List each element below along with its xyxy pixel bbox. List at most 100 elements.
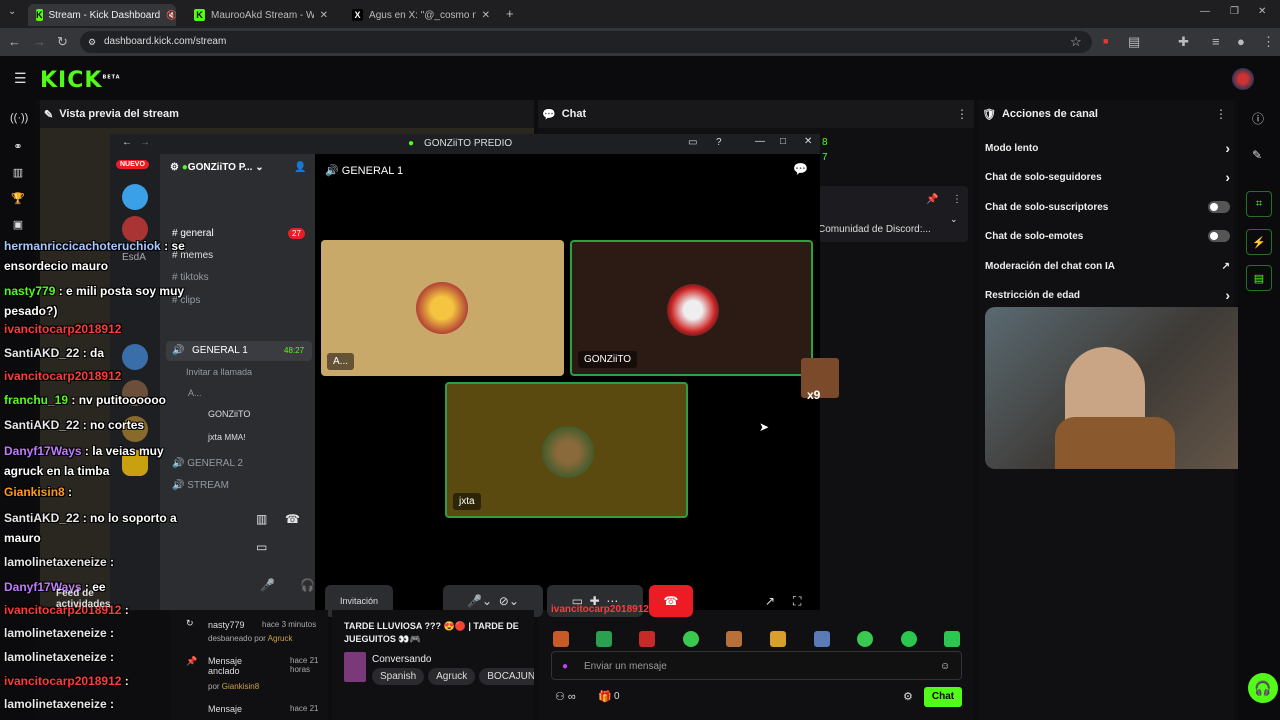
mic-icon[interactable]: ● <box>562 652 568 681</box>
emote-icon[interactable] <box>857 631 873 647</box>
reload-icon[interactable]: ↻ <box>57 34 68 50</box>
chat-username[interactable]: lamolinetaxeneize <box>4 697 107 711</box>
close-icon[interactable]: ✕ <box>482 10 490 21</box>
tag-pill[interactable]: Spanish <box>372 668 425 685</box>
emote-icon[interactable] <box>553 631 569 647</box>
emote-icon[interactable] <box>770 631 786 647</box>
action-followers-only[interactable]: Chat de solo-seguidores › <box>985 166 1230 188</box>
chat-username[interactable]: ivancitocarp2018912 <box>4 674 121 688</box>
emote-icon[interactable] <box>726 631 742 647</box>
chat-username[interactable]: franchu_19 <box>4 393 68 407</box>
chat-username[interactable]: lamolinetaxeneize <box>4 555 107 569</box>
emote-icon[interactable] <box>683 631 699 647</box>
action-emotes-only[interactable]: Chat de solo-emotes <box>985 225 1230 247</box>
chat-username[interactable]: ivancitocarp2018912 <box>4 322 121 336</box>
forward-icon[interactable]: → <box>33 34 46 49</box>
minimize-icon[interactable]: — <box>755 136 765 147</box>
emote-icon[interactable] <box>944 631 960 647</box>
chat-menu-icon[interactable]: ⋮ <box>956 107 968 121</box>
help-icon[interactable]: ? <box>716 137 722 148</box>
emote-icon[interactable] <box>814 631 830 647</box>
category-thumbnail[interactable] <box>344 652 366 682</box>
emote-icon[interactable] <box>596 631 612 647</box>
layout-icon[interactable]: ▣ <box>10 218 26 234</box>
new-tab-icon[interactable]: + <box>506 6 514 21</box>
mic-icon[interactable]: 🎤⌄ <box>467 594 492 608</box>
chat-username[interactable]: lamolinetaxeneize <box>4 650 107 664</box>
tab-search-icon[interactable]: ⌄ <box>8 6 16 17</box>
chat-bubble-icon[interactable]: 💬 <box>793 162 808 176</box>
chat-username[interactable]: lamolinetaxeneize <box>4 626 107 640</box>
action-slow-mode[interactable]: Modo lento › <box>985 137 1230 159</box>
emote-icon[interactable] <box>639 631 655 647</box>
chat-username[interactable]: nasty779 <box>4 284 55 298</box>
voice-member[interactable]: A... <box>188 388 202 398</box>
pencil-icon[interactable]: ✎ <box>1252 148 1262 162</box>
back-icon[interactable]: ← <box>8 34 21 49</box>
emote-icon[interactable] <box>901 631 917 647</box>
extension-icon[interactable]: ▤ <box>1128 34 1140 50</box>
chat-username[interactable]: Giankisin8 <box>4 485 65 499</box>
chat-username[interactable]: ivancitocarp2018912 <box>4 369 121 383</box>
capture-icon[interactable]: ⌗ <box>1246 191 1272 217</box>
back-arrow-icon[interactable]: ← <box>122 137 132 148</box>
add-member-icon[interactable]: 👤 <box>294 162 306 173</box>
support-icon[interactable]: 🎧 <box>1248 673 1278 703</box>
tag-pill[interactable]: BOCAJUNI <box>479 668 534 685</box>
disconnect-icon[interactable]: ☎ <box>285 512 300 526</box>
tab-agus-x[interactable]: X Agus en X: "@_cosmo no me... ✕ <box>344 4 498 26</box>
chat-username[interactable]: SantiAKD_22 <box>4 511 79 525</box>
fullscreen-icon[interactable]: ⛶ <box>793 594 801 609</box>
activity-user[interactable]: nasty779 <box>208 620 245 630</box>
adblock-icon[interactable]: ■ <box>1103 36 1108 46</box>
pinned-message[interactable]: 📌 ⋮ Comunidad de Discord:... ⌄ <box>818 186 968 242</box>
menu-icon[interactable]: ⋮ <box>1262 34 1275 50</box>
tab-kick-dashboard[interactable]: K Stream - Kick Dashboard 🔇 ✕ <box>28 4 176 26</box>
profile-icon[interactable]: ● <box>1237 34 1245 49</box>
infinity-points[interactable]: ⚇ ∞ <box>555 690 576 703</box>
tag-pill[interactable]: Agruck <box>428 668 476 685</box>
tab-mauroakd-stream[interactable]: K MaurooAkd Stream - Watch Li... ✕ <box>186 4 336 26</box>
star-icon[interactable]: ☆ <box>1070 34 1082 50</box>
close-icon[interactable]: ✕ <box>320 10 328 21</box>
media-icon[interactable]: ≡ <box>1212 34 1220 49</box>
hangup-button[interactable]: ☎ <box>649 585 693 617</box>
chat-username[interactable]: Danyf17Ways <box>4 444 82 458</box>
voice-member[interactable]: jxta MMA! <box>208 432 245 442</box>
action-age-restriction[interactable]: Restricción de edad › <box>985 284 1230 306</box>
chevron-down-icon[interactable]: ⌄ <box>950 214 958 225</box>
actions-menu-icon[interactable]: ⋮ <box>1215 107 1227 121</box>
server-icon[interactable] <box>122 344 148 370</box>
action-ai-moderation[interactable]: Moderación del chat con IA ↗ <box>985 255 1230 277</box>
info-icon[interactable]: ⓘ <box>1252 110 1264 127</box>
participant-tile[interactable]: jxta <box>445 382 688 518</box>
minimize-icon[interactable]: — <box>1200 6 1210 17</box>
activity-user[interactable]: Mensaje anclado <box>208 656 254 676</box>
chart-icon[interactable]: ▥ <box>10 166 26 182</box>
bolt-icon[interactable]: ⚡ <box>1246 229 1272 255</box>
maximize-icon[interactable]: □ <box>780 136 786 147</box>
hamburger-icon[interactable]: ☰ <box>14 70 27 87</box>
trophy-icon[interactable]: 🏆 <box>10 192 26 208</box>
chat-username[interactable]: SantiAKD_22 <box>4 346 79 360</box>
inbox-icon[interactable]: ▭ <box>688 137 697 148</box>
mute-icon[interactable]: 🔇 <box>166 10 176 21</box>
close-icon[interactable]: ✕ <box>804 136 812 147</box>
voice-channel-stream[interactable]: 🔊 STREAM <box>172 480 229 491</box>
mic-icon[interactable]: 🎤 <box>260 578 275 592</box>
url-input[interactable]: ⚙ dashboard.kick.com/stream <box>80 31 1092 53</box>
chat-send-button[interactable]: Chat <box>924 687 962 707</box>
puzzle-icon[interactable]: ✚ <box>1178 34 1189 50</box>
forward-arrow-icon[interactable]: → <box>140 137 150 148</box>
activity-user[interactable]: Mensaje <box>208 704 242 714</box>
recent-chat-user[interactable]: ivancitocarp2018912 <box>551 604 649 615</box>
chat-settings-icon[interactable]: ⚙ <box>903 690 913 703</box>
invite-call-link[interactable]: Invitar a llamada <box>186 367 252 377</box>
screen-share-icon[interactable]: ▭ <box>256 540 267 554</box>
category-name[interactable]: Conversando <box>372 654 431 665</box>
subscribers-only-toggle[interactable] <box>1208 201 1230 213</box>
voice-channel-active[interactable]: 🔊 GENERAL 1 48:27 <box>166 341 312 361</box>
voice-member[interactable]: GONZiiTO <box>208 409 250 419</box>
broadcast-icon[interactable]: ((·)) <box>10 112 28 128</box>
close-window-icon[interactable]: ✕ <box>1258 6 1266 17</box>
